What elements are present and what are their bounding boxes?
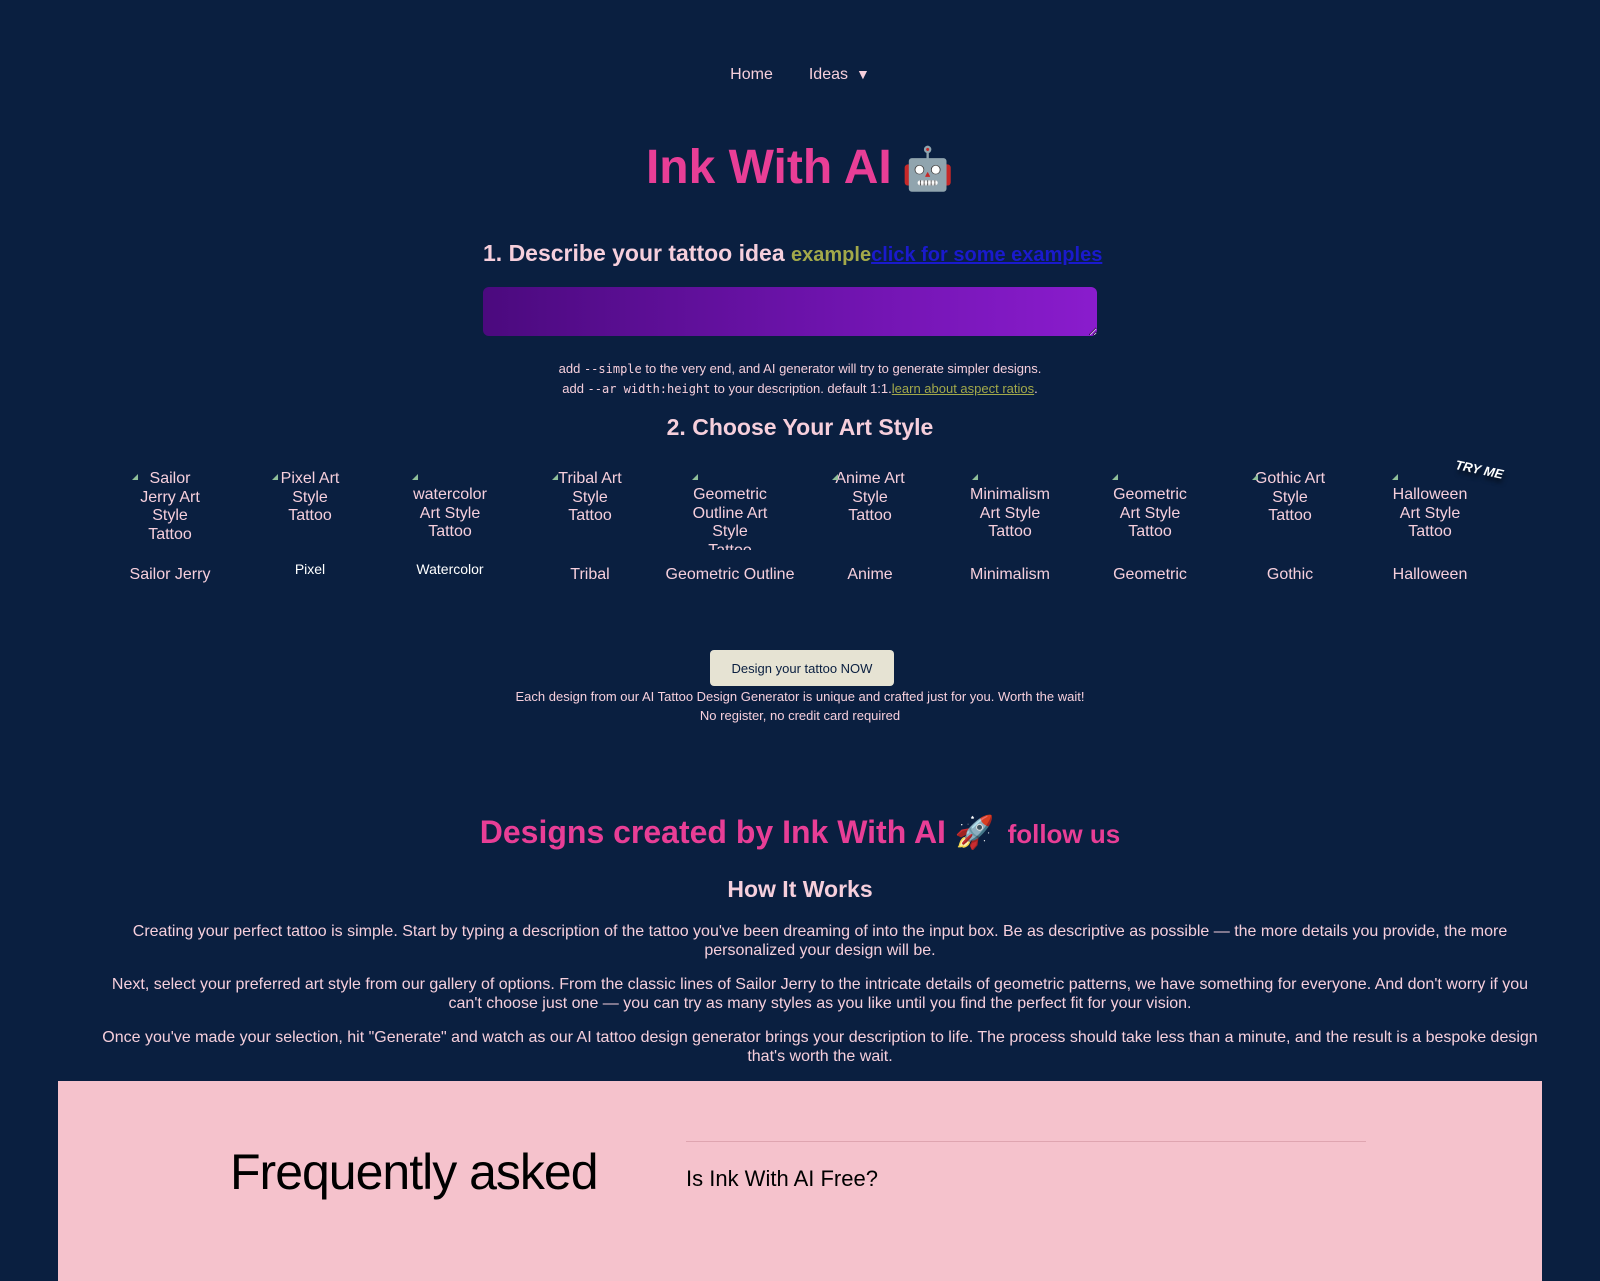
style-image: watercolor Art Style Tattoo xyxy=(410,470,490,550)
style-image: Tribal Art Style Tattoo xyxy=(550,470,630,550)
how-paragraph: Once you've made your selection, hit "Ge… xyxy=(102,1029,1538,1065)
faq-divider xyxy=(686,1141,1366,1142)
simple-flag-code: --simple xyxy=(583,362,642,376)
cta-note-line: Each design from our AI Tattoo Design Ge… xyxy=(515,689,1085,704)
image-alt-text: Geometric Art Style Tattoo xyxy=(1113,486,1187,540)
faq-section: Frequently asked Is Ink With AI Free? xyxy=(58,1081,1542,1281)
style-option-watercolor[interactable]: watercolor Art Style Tattoo Watercolor xyxy=(380,470,520,585)
style-label: Gothic xyxy=(1266,566,1314,583)
simple-hint: add --simple to the very end, and AI gen… xyxy=(0,359,1600,379)
image-alt-text: Gothic Art Style Tattoo xyxy=(1254,470,1326,524)
broken-image-icon xyxy=(1112,474,1118,480)
style-label: Sailor Jerry xyxy=(129,566,211,583)
cta-note-line: No register, no credit card required xyxy=(699,708,901,723)
nav-ideas-dropdown[interactable]: Ideas ▼ xyxy=(809,66,870,84)
broken-image-icon xyxy=(552,474,558,480)
style-image: Minimalism Art Style Tattoo xyxy=(970,470,1050,550)
site-title-text: Ink With AI xyxy=(645,141,892,194)
examples-link[interactable]: click for some examples xyxy=(871,244,1102,266)
designs-heading: Designs created by Ink With AI 🚀 follow … xyxy=(0,813,1600,851)
broken-image-icon xyxy=(972,474,978,480)
style-image: Halloween Art Style Tattoo xyxy=(1390,470,1470,550)
image-alt-text: Anime Art Style Tattoo xyxy=(835,470,905,524)
broken-image-icon xyxy=(692,474,698,480)
cta-note: Each design from our AI Tattoo Design Ge… xyxy=(0,687,1600,725)
style-label: Minimalism xyxy=(970,566,1050,583)
broken-image-icon xyxy=(132,474,138,480)
hint-text: . xyxy=(1034,381,1038,396)
hint-text: add xyxy=(558,361,584,376)
tattoo-description-input[interactable] xyxy=(483,287,1097,336)
image-alt-text: Geometric Outline Art Style Tattoo xyxy=(692,486,768,550)
style-option-halloween[interactable]: TRY ME Halloween Art Style Tattoo Hallow… xyxy=(1360,457,1505,585)
step2-heading: 2. Choose Your Art Style xyxy=(666,414,934,440)
style-label: Anime xyxy=(847,566,893,583)
aspect-ratio-hint: add --ar width:height to your descriptio… xyxy=(0,379,1600,399)
broken-image-icon xyxy=(412,474,418,480)
style-image: Geometric Outline Art Style Tattoo xyxy=(690,470,770,550)
aspect-ratios-link[interactable]: learn about aspect ratios xyxy=(892,381,1034,396)
image-alt-text: Pixel Art Style Tattoo xyxy=(280,470,340,524)
step1-heading: 1. Describe your tattoo idea exampleclic… xyxy=(483,240,1102,267)
style-label: Geometric xyxy=(1113,566,1187,583)
style-option-gothic[interactable]: Gothic Art Style Tattoo Gothic xyxy=(1220,470,1360,585)
style-label: Tribal xyxy=(570,566,610,583)
ar-flag-code: --ar width:height xyxy=(587,382,711,396)
broken-image-icon xyxy=(272,474,278,480)
faq-title: Frequently asked xyxy=(230,1144,599,1200)
broken-image-icon xyxy=(1392,474,1398,480)
style-image: Sailor Jerry Art Style Tattoo xyxy=(130,470,210,550)
style-label: Halloween xyxy=(1392,566,1468,583)
style-option-minimalism[interactable]: Minimalism Art Style Tattoo Minimalism xyxy=(940,470,1080,585)
nav-ideas-label: Ideas xyxy=(808,66,848,83)
style-option-anime[interactable]: Anime Art Style Tattoo Anime xyxy=(800,470,940,585)
rocket-icon: 🚀 xyxy=(954,814,995,850)
hint-text: to your description. default 1:1. xyxy=(710,381,892,396)
robot-icon: 🤖 xyxy=(901,145,955,192)
how-it-works-heading: How It Works xyxy=(727,876,873,902)
how-paragraph: Next, select your preferred art style fr… xyxy=(111,976,1529,1012)
style-option-geometric-outline[interactable]: Geometric Outline Art Style Tattoo Geome… xyxy=(660,470,800,585)
style-image: Pixel Art Style Tattoo xyxy=(270,470,350,550)
style-option-tribal[interactable]: Tribal Art Style Tattoo Tribal xyxy=(520,470,660,585)
image-alt-text: watercolor Art Style Tattoo xyxy=(413,486,487,540)
nav-home-link[interactable]: Home xyxy=(730,66,773,84)
how-paragraph: Creating your perfect tattoo is simple. … xyxy=(132,923,1508,959)
image-alt-text: Tribal Art Style Tattoo xyxy=(558,470,622,524)
design-tattoo-button[interactable]: Design your tattoo NOW xyxy=(710,650,894,686)
style-option-sailor-jerry[interactable]: Sailor Jerry Art Style Tattoo Sailor Jer… xyxy=(100,470,240,585)
prompt-hints: add --simple to the very end, and AI gen… xyxy=(0,359,1600,399)
hint-text: add xyxy=(562,381,588,396)
style-option-geometric[interactable]: Geometric Art Style Tattoo Geometric xyxy=(1080,470,1220,585)
follow-us-link[interactable]: follow us xyxy=(1008,819,1121,849)
how-it-works-body: Creating your perfect tattoo is simple. … xyxy=(100,923,1540,1082)
designs-heading-text: Designs created by Ink With AI xyxy=(479,814,946,850)
faq-question[interactable]: Is Ink With AI Free? xyxy=(686,1166,878,1192)
hint-text: to the very end, and AI generator will t… xyxy=(641,361,1042,376)
top-nav: Home Ideas ▼ xyxy=(0,66,1600,84)
broken-image-icon xyxy=(1252,474,1258,480)
site-title: Ink With AI 🤖 xyxy=(0,140,1600,195)
style-image: Geometric Art Style Tattoo xyxy=(1110,470,1190,550)
style-image: Anime Art Style Tattoo xyxy=(830,470,910,550)
art-style-gallery: Sailor Jerry Art Style Tattoo Sailor Jer… xyxy=(100,457,1505,585)
style-label: Pixel xyxy=(294,561,326,577)
style-option-pixel[interactable]: Pixel Art Style Tattoo Pixel xyxy=(240,470,380,585)
broken-image-icon xyxy=(832,474,838,480)
image-alt-text: Halloween Art Style Tattoo xyxy=(1392,486,1468,540)
style-label: Watercolor xyxy=(416,561,484,577)
image-alt-text: Sailor Jerry Art Style Tattoo xyxy=(140,470,200,543)
step1-heading-text: 1. Describe your tattoo idea xyxy=(483,240,785,266)
caret-down-icon: ▼ xyxy=(855,66,870,82)
image-alt-text: Minimalism Art Style Tattoo xyxy=(970,486,1050,540)
style-image: Gothic Art Style Tattoo xyxy=(1250,470,1330,550)
style-label: Geometric Outline xyxy=(665,566,795,583)
example-label[interactable]: example xyxy=(791,244,871,266)
